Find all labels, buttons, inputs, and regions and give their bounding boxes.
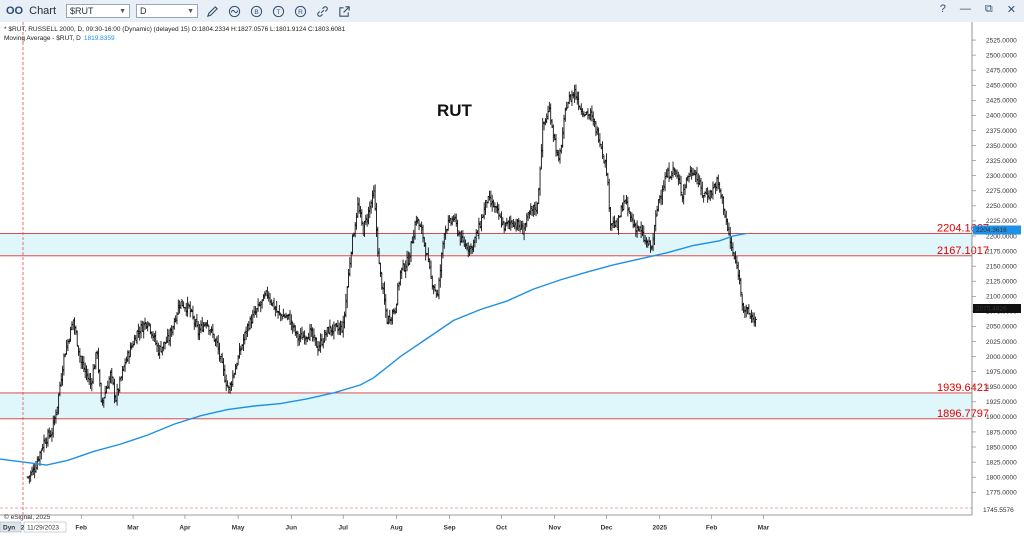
y-tick-label: 2525.0000 bbox=[986, 37, 1017, 44]
price-chart[interactable]: 2204.16672167.10171939.64211896.7797 RUT… bbox=[0, 22, 1024, 536]
chart-app-icon: OO bbox=[6, 5, 24, 17]
svg-text:R: R bbox=[298, 8, 303, 15]
y-tick-label: 1800.0000 bbox=[986, 474, 1017, 481]
window-title: Chart bbox=[29, 5, 57, 17]
window-controls: ? — ⧉ ✕ bbox=[940, 3, 1016, 16]
ma-legend-label: Moving Average - $RUT, D bbox=[4, 35, 81, 42]
y-tick-label: 1925.0000 bbox=[986, 399, 1017, 406]
ma-legend-value: 1819.8359 bbox=[84, 35, 115, 42]
toolbar-left: OO Chart $RUT ▼ D ▼ B T R bbox=[6, 3, 352, 19]
external-link-icon[interactable] bbox=[336, 3, 352, 19]
minimize-button[interactable]: — bbox=[960, 3, 971, 16]
svg-text:B: B bbox=[254, 8, 258, 15]
level-label: 2167.1017 bbox=[937, 245, 989, 257]
y-tick-label: 2025.0000 bbox=[986, 339, 1017, 346]
y-tick-label: 2350.0000 bbox=[986, 143, 1017, 150]
y-tick-label: 1900.0000 bbox=[986, 414, 1017, 421]
chart-title: RUT bbox=[437, 101, 473, 120]
r-circle-icon[interactable]: R bbox=[292, 3, 308, 19]
interval-value: D bbox=[140, 6, 147, 16]
close-button[interactable]: ✕ bbox=[1007, 3, 1016, 16]
chart-background bbox=[0, 22, 1024, 536]
y-tick-label: 2050.0000 bbox=[986, 324, 1017, 331]
x-tick-label: Mar bbox=[127, 525, 139, 532]
y-tick-label: 1825.0000 bbox=[986, 459, 1017, 466]
x-tick-label: Nov bbox=[549, 525, 562, 532]
y-tick-label: 2475.0000 bbox=[986, 67, 1017, 74]
ma-legend: Moving Average - $RUT, D 1819.8359 bbox=[4, 35, 115, 42]
chevron-down-icon: ▼ bbox=[119, 7, 127, 15]
y-tick-label: 2000.0000 bbox=[986, 354, 1017, 361]
y-tick-label: 2500.0000 bbox=[986, 52, 1017, 59]
y-tick-label: 1875.0000 bbox=[986, 429, 1017, 436]
symbol-value: $RUT bbox=[70, 6, 94, 16]
y-tick-label: 1950.0000 bbox=[986, 384, 1017, 391]
header-line: * $RUT, RUSSELL 2000, D, 09:30-16:00 (Dy… bbox=[4, 26, 346, 33]
x-tick-label: Sep bbox=[444, 525, 456, 532]
price-zone bbox=[0, 392, 972, 419]
watermark: © eSignal, 2025 bbox=[4, 513, 51, 521]
y-tick-label: 2150.0000 bbox=[986, 263, 1017, 270]
pencil-icon[interactable] bbox=[204, 3, 220, 19]
x-tick-label: Oct bbox=[496, 525, 508, 532]
date-box-label: 11/29/2023 bbox=[27, 525, 59, 532]
help-button[interactable]: ? bbox=[940, 3, 946, 16]
y-tick-label: 2100.0000 bbox=[986, 294, 1017, 301]
x-tick-label: Aug bbox=[390, 525, 403, 532]
level-label: 1896.7797 bbox=[937, 408, 989, 420]
y-tick-label: 2375.0000 bbox=[986, 128, 1017, 135]
symbol-select[interactable]: $RUT ▼ bbox=[66, 4, 131, 18]
x-tick-label: Feb bbox=[75, 525, 87, 532]
axis-bottom-value: 1745.5576 bbox=[983, 507, 1014, 514]
x-tick-label: Mar bbox=[758, 525, 770, 532]
x-tick-label: Jul bbox=[339, 525, 349, 532]
y-tick-label: 2175.0000 bbox=[986, 248, 1017, 255]
price-zone bbox=[0, 233, 972, 256]
t-circle-icon[interactable]: T bbox=[270, 3, 286, 19]
y-tick-label: 2275.0000 bbox=[986, 188, 1017, 195]
wave-icon[interactable] bbox=[226, 3, 242, 19]
y-tick-label: 2425.0000 bbox=[986, 98, 1017, 105]
y-tick-label: 2250.0000 bbox=[986, 203, 1017, 210]
level-label: 1939.6421 bbox=[937, 382, 989, 394]
interval-select[interactable]: D ▼ bbox=[136, 4, 199, 18]
y-tick-label: 1775.0000 bbox=[986, 490, 1017, 497]
x-tick-label: May bbox=[232, 525, 245, 532]
x-tick-label: Apr bbox=[179, 525, 191, 532]
link-icon[interactable] bbox=[314, 3, 330, 19]
y-tick-label: 2450.0000 bbox=[986, 83, 1017, 90]
y-tick-label: 2225.0000 bbox=[986, 218, 1017, 225]
last-price-label: 2075.4826 bbox=[976, 306, 1007, 313]
x-tick-label: 2025 bbox=[653, 525, 668, 532]
x-tick-label: Jun bbox=[286, 525, 298, 532]
timeframe-label: Dyn bbox=[3, 525, 15, 532]
y-tick-label: 2325.0000 bbox=[986, 158, 1017, 165]
y-tick-label: 1850.0000 bbox=[986, 444, 1017, 451]
y-tick-label: 1975.0000 bbox=[986, 369, 1017, 376]
y-tick-label: 2400.0000 bbox=[986, 113, 1017, 120]
chart-titlebar: OO Chart $RUT ▼ D ▼ B T R ? — ⧉ ✕ bbox=[0, 0, 1024, 23]
restore-button[interactable]: ⧉ bbox=[985, 3, 993, 16]
x-tick-label: Dec bbox=[601, 525, 613, 532]
x-tick-label: Feb bbox=[706, 525, 718, 532]
y-tick-label: 2125.0000 bbox=[986, 279, 1017, 286]
ma-axis-label: 2204.3616 bbox=[976, 227, 1007, 234]
y-tick-label: 2300.0000 bbox=[986, 173, 1017, 180]
chevron-down-icon: ▼ bbox=[187, 7, 195, 15]
svg-text:T: T bbox=[276, 8, 280, 15]
b-circle-icon[interactable]: B bbox=[248, 3, 264, 19]
